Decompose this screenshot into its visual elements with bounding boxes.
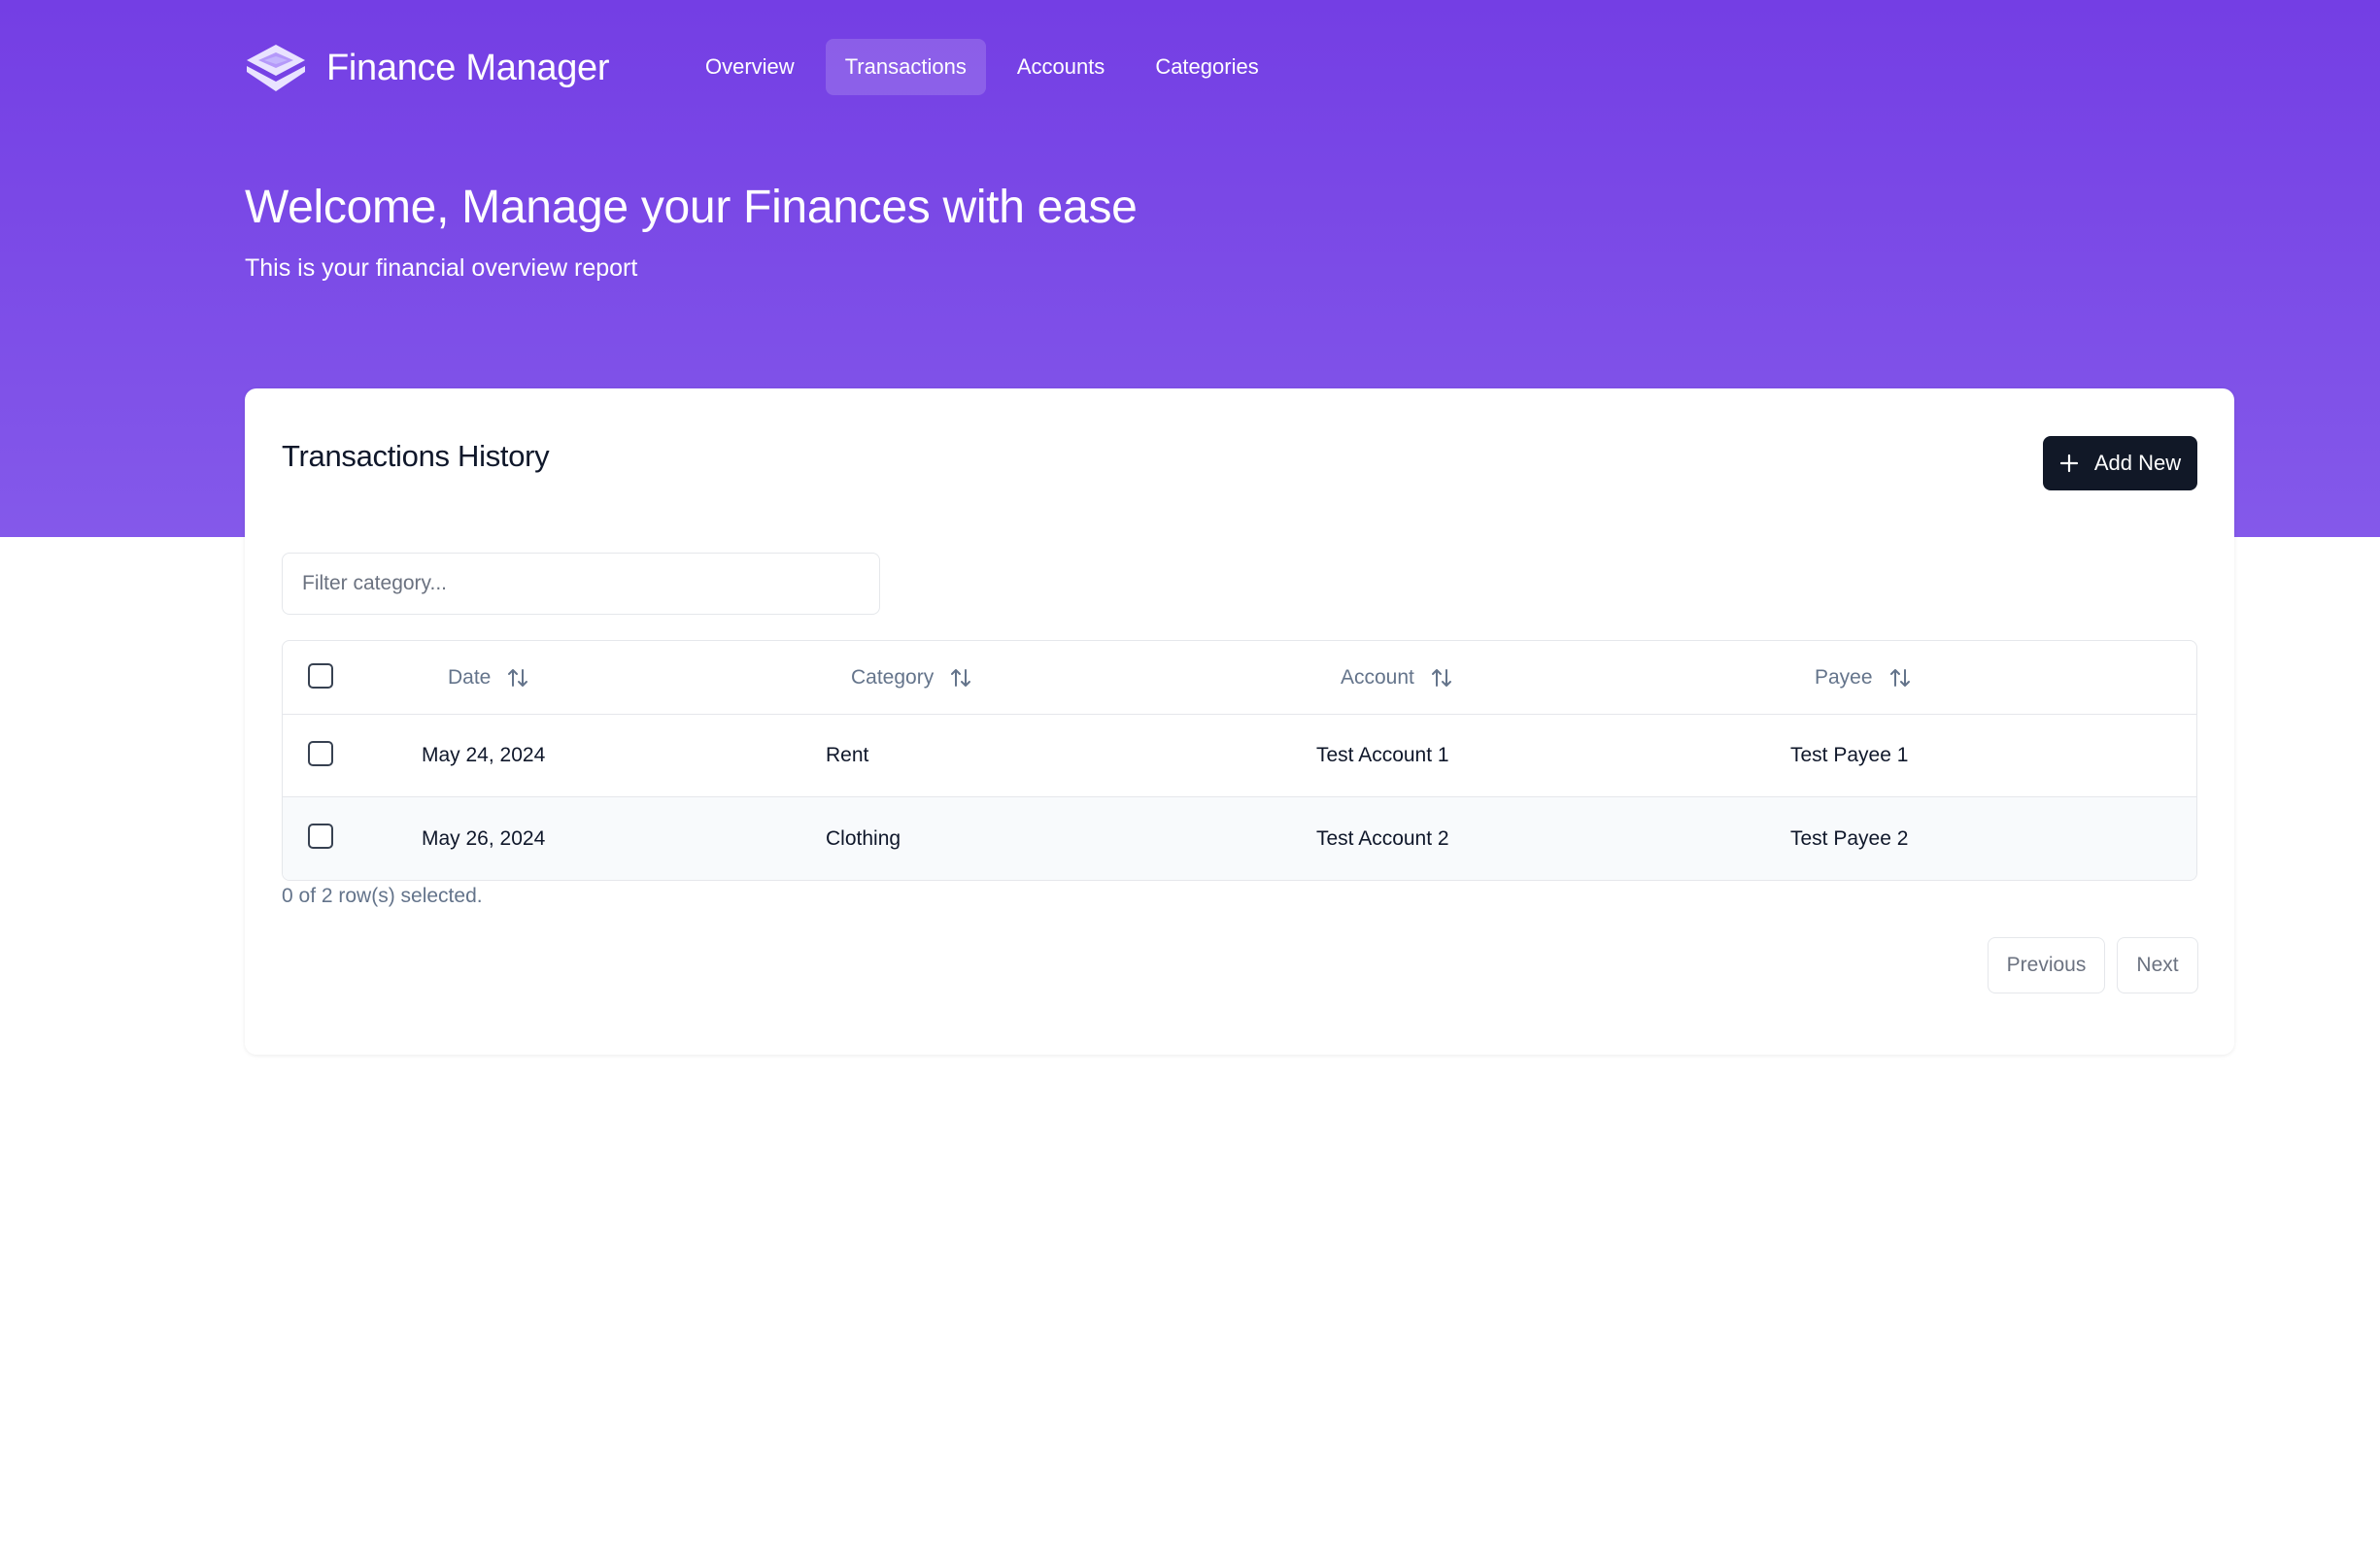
column-label: Payee: [1815, 666, 1873, 689]
sort-icon: [1431, 669, 1451, 687]
column-header-payee[interactable]: Payee: [1815, 641, 1912, 715]
cell-category: Rent: [826, 744, 869, 766]
filter-category-input[interactable]: [282, 553, 880, 615]
app-name: Finance Manager: [326, 47, 610, 88]
top-nav: Finance Manager Overview Transactions Ac…: [245, 39, 1259, 97]
hero-title: Welcome, Manage your Finances with ease: [245, 182, 1138, 233]
table-row[interactable]: May 24, 2024 Rent Test Account 1 Test Pa…: [283, 715, 2196, 797]
sort-icon: [951, 669, 971, 687]
cell-date: May 26, 2024: [422, 827, 546, 850]
cell-payee: Test Payee 1: [1790, 744, 1909, 766]
plus-icon: [2059, 454, 2078, 473]
cell-account: Test Account 2: [1316, 827, 1449, 850]
table-row[interactable]: May 26, 2024 Clothing Test Account 2 Tes…: [283, 797, 2196, 880]
transactions-table: Date Category Account Payee May 24, 2024…: [282, 640, 2197, 881]
row-checkbox[interactable]: [308, 741, 333, 766]
column-header-account[interactable]: Account: [1341, 641, 1453, 715]
layers-logo-icon: [247, 45, 305, 91]
sort-icon: [508, 669, 528, 687]
column-label: Category: [851, 666, 935, 689]
nav-transactions[interactable]: Transactions: [825, 39, 986, 95]
nav-categories[interactable]: Categories: [1136, 39, 1277, 95]
logo[interactable]: Finance Manager: [245, 43, 610, 93]
add-new-button[interactable]: Add New: [2043, 436, 2197, 490]
column-label: Account: [1341, 666, 1414, 689]
select-all-checkbox[interactable]: [308, 663, 333, 689]
card-title: Transactions History: [282, 439, 550, 473]
column-header-category[interactable]: Category: [851, 641, 972, 715]
transactions-card: Transactions History Add New Date Catego…: [245, 388, 2234, 1055]
table-header-row: Date Category Account Payee: [283, 641, 2196, 715]
cell-date: May 24, 2024: [422, 744, 546, 766]
add-new-label: Add New: [2093, 451, 2182, 475]
nav-accounts[interactable]: Accounts: [998, 39, 1125, 95]
column-header-date[interactable]: Date: [448, 641, 529, 715]
nav-overview[interactable]: Overview: [686, 39, 814, 95]
cell-account: Test Account 1: [1316, 744, 1449, 766]
previous-button[interactable]: Previous: [1988, 937, 2105, 993]
hero-subtitle: This is your financial overview report: [245, 254, 638, 282]
cell-payee: Test Payee 2: [1790, 827, 1909, 850]
sort-icon: [1889, 669, 1910, 687]
nav-links: Overview Transactions Accounts Categorie…: [686, 39, 1290, 95]
next-button[interactable]: Next: [2117, 937, 2198, 993]
row-checkbox[interactable]: [308, 824, 333, 849]
column-label: Date: [448, 666, 492, 689]
cell-category: Clothing: [826, 827, 901, 850]
selection-status: 0 of 2 row(s) selected.: [282, 885, 483, 907]
